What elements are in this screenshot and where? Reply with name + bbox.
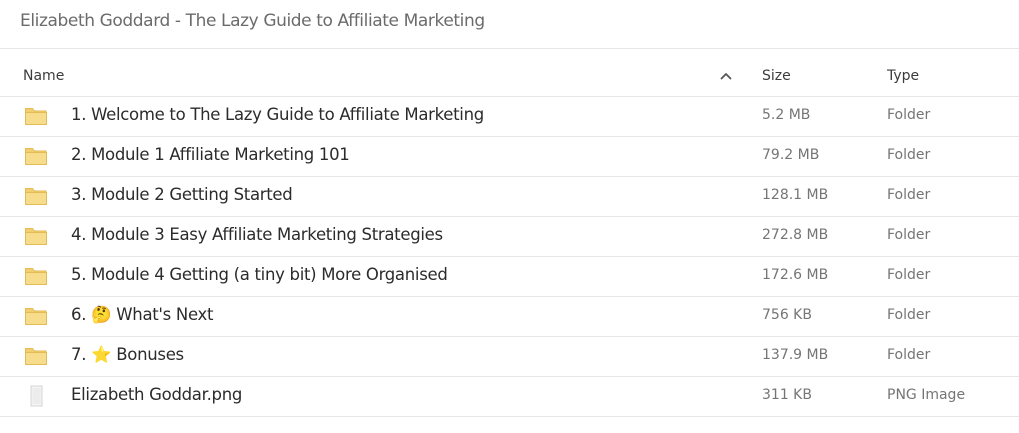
item-size: 756 KB: [762, 307, 812, 323]
folder-icon: [24, 265, 48, 287]
item-type: Folder: [887, 347, 931, 363]
item-size: 79.2 MB: [762, 147, 820, 163]
folder-icon: [24, 345, 48, 367]
item-name: 4. Module 3 Easy Affiliate Marketing Str…: [71, 225, 443, 244]
list-item[interactable]: 6. 🤔 What's Next 756 KB Folder: [0, 296, 1019, 337]
list-item[interactable]: 5. Module 4 Getting (a tiny bit) More Or…: [0, 256, 1019, 297]
item-size: 172.6 MB: [762, 267, 829, 283]
list-item[interactable]: 3. Module 2 Getting Started 128.1 MB Folde…: [0, 176, 1019, 217]
item-size: 5.2 MB: [762, 107, 811, 123]
column-header-name[interactable]: Name: [23, 68, 64, 84]
item-size: 137.9 MB: [762, 347, 829, 363]
list-item[interactable]: 2. Module 1 Affiliate Marketing 101 79.2 …: [0, 136, 1019, 177]
item-type: Folder: [887, 187, 931, 203]
item-type: Folder: [887, 307, 931, 323]
folder-icon: [24, 185, 48, 207]
item-size: 128.1 MB: [762, 187, 829, 203]
item-size: 272.8 MB: [762, 227, 829, 243]
item-name: 3. Module 2 Getting Started: [71, 185, 293, 204]
item-type: Folder: [887, 267, 931, 283]
page-title: Elizabeth Goddard - The Lazy Guide to Af…: [20, 11, 485, 31]
file-browser: Elizabeth Goddard - The Lazy Guide to Af…: [0, 0, 1019, 433]
column-header-row: Name Size Type: [0, 56, 1019, 97]
item-size: 311 KB: [762, 387, 812, 403]
list-item[interactable]: Elizabeth Goddar.png 311 KB PNG Image: [0, 376, 1019, 417]
item-name: 2. Module 1 Affiliate Marketing 101: [71, 145, 350, 164]
item-name: 7. ⭐ Bonuses: [71, 345, 184, 364]
folder-icon: [24, 145, 48, 167]
item-name: Elizabeth Goddar.png: [71, 385, 243, 404]
list-item[interactable]: 7. ⭐ Bonuses 137.9 MB Folder: [0, 336, 1019, 377]
folder-icon: [24, 305, 48, 327]
image-file-icon: [24, 385, 48, 407]
item-name: 6. 🤔 What's Next: [71, 305, 214, 324]
column-header-type[interactable]: Type: [887, 68, 919, 84]
column-header-size[interactable]: Size: [762, 68, 791, 84]
list-item[interactable]: 1. Welcome to The Lazy Guide to Affiliat…: [0, 96, 1019, 137]
chevron-up-icon[interactable]: [716, 66, 736, 86]
folder-icon: [24, 225, 48, 247]
title-bar: Elizabeth Goddard - The Lazy Guide to Af…: [0, 0, 1019, 49]
item-type: PNG Image: [887, 387, 966, 403]
item-name: 1. Welcome to The Lazy Guide to Affiliat…: [71, 105, 484, 124]
item-type: Folder: [887, 147, 931, 163]
item-type: Folder: [887, 227, 931, 243]
item-name: 5. Module 4 Getting (a tiny bit) More Or…: [71, 265, 448, 284]
list-item[interactable]: 4. Module 3 Easy Affiliate Marketing Str…: [0, 216, 1019, 257]
item-type: Folder: [887, 107, 931, 123]
folder-icon: [24, 105, 48, 127]
